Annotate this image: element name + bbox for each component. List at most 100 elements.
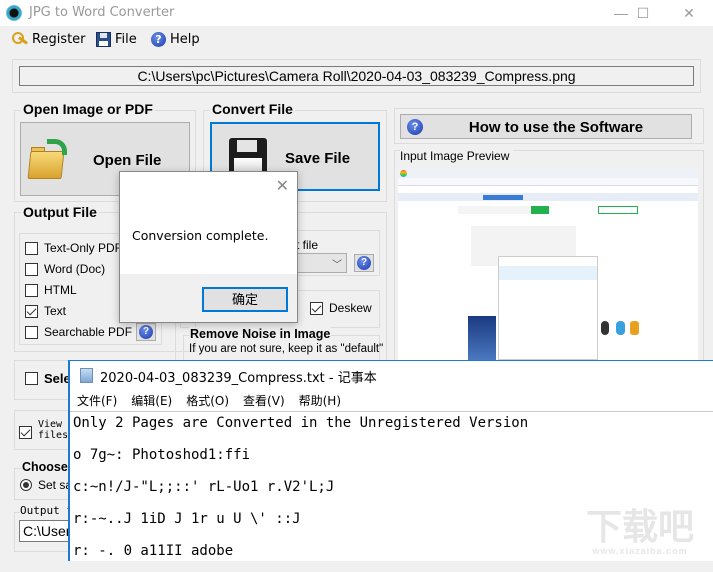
output-word-doc-checkbox[interactable]: Word (Doc): [25, 262, 105, 276]
open-file-label: Open File: [93, 152, 162, 169]
set-same-label: Set sa: [38, 478, 73, 492]
language-label-partial: t file: [296, 238, 319, 252]
menu-help-label: Help: [170, 31, 200, 47]
noise-hint: If you are not sure, keep it as "default…: [189, 343, 384, 355]
how-to-use-label: How to use the Software: [468, 119, 644, 136]
checkbox-label: HTML: [44, 283, 77, 297]
file-path-field[interactable]: C:\Users\pc\Pictures\Camera Roll\2020-04…: [19, 66, 694, 86]
watermark-logo: 下载吧 www.xiazaiba.com: [575, 498, 705, 558]
key-icon: [12, 32, 28, 46]
preview-address-bar: [398, 178, 698, 186]
notepad-menu-format[interactable]: 格式(O): [186, 392, 229, 409]
dialog-message: Conversion complete.: [132, 228, 269, 243]
output-text-only-pdf-checkbox[interactable]: Text-Only PDF: [25, 241, 122, 255]
watermark-url: www.xiazaiba.com: [592, 546, 688, 556]
checkbox-box[interactable]: [25, 372, 38, 385]
view-files-line2: files: [38, 430, 69, 441]
select-checkbox[interactable]: Sele: [25, 371, 71, 386]
menu-help[interactable]: ? Help: [151, 30, 200, 48]
notepad-menu-file[interactable]: 文件(F): [77, 392, 117, 409]
noise-title: Remove Noise in Image: [189, 327, 332, 341]
choose-title: Choose: [22, 460, 68, 474]
notepad-menu-bar: 文件(F) 编辑(E) 格式(O) 查看(V) 帮助(H): [70, 389, 713, 411]
preview-active-tab: [483, 195, 523, 200]
help-icon: ?: [357, 256, 371, 270]
checkbox-box-checked[interactable]: [19, 426, 32, 439]
output-folder-field[interactable]: C:\User: [19, 520, 74, 542]
output-searchable-pdf-checkbox[interactable]: Searchable PDF: [25, 325, 132, 339]
app-window: JPG to Word Converter — ☐ ✕ Register Fil…: [0, 0, 713, 561]
checkbox-label: Word (Doc): [44, 262, 106, 276]
notepad-menu-edit[interactable]: 编辑(E): [131, 392, 172, 409]
convert-group-title: Convert File: [210, 101, 295, 117]
view-files-line1: View: [38, 419, 63, 430]
window-title: JPG to Word Converter: [29, 5, 175, 20]
preview-label: Input Image Preview: [400, 149, 514, 163]
notepad-title: 2020-04-03_083239_Compress.txt - 记事本: [100, 371, 377, 386]
help-icon: ?: [139, 325, 153, 339]
dialog-ok-button[interactable]: 确定: [202, 287, 288, 312]
preview-browser-logo-icon: [400, 170, 407, 177]
preview-green-button: [531, 206, 549, 214]
maximize-button[interactable]: ☐: [620, 0, 666, 26]
dialog-body: ✕ Conversion complete.: [120, 172, 297, 274]
chevron-down-icon: ﹀: [332, 260, 342, 271]
notepad-menu-help[interactable]: 帮助(H): [299, 392, 341, 409]
input-image-preview: [398, 168, 698, 360]
notepad-menu-view[interactable]: 查看(V): [243, 392, 285, 409]
floppy-disk-icon: [96, 31, 111, 47]
notepad-title-bar: 2020-04-03_083239_Compress.txt - 记事本: [70, 361, 713, 389]
preview-search-box: [598, 206, 638, 214]
preview-bookmarks-bar: [398, 193, 698, 201]
checkbox-label: Text: [44, 304, 67, 318]
conversion-dialog: ✕ Conversion complete. 确定: [119, 171, 298, 323]
watermark-text: 下载吧: [585, 506, 694, 547]
output-group-title: Output File: [21, 204, 99, 220]
menu-bar: Register File ? Help: [0, 26, 713, 52]
menu-file[interactable]: File: [96, 30, 137, 48]
set-same-radio[interactable]: [20, 479, 32, 491]
deskew-label: Deskew: [329, 301, 372, 315]
select-label: Sele: [44, 371, 71, 386]
radio-dot: [23, 482, 29, 488]
view-files-label: View files: [38, 419, 68, 441]
checkbox-box[interactable]: [25, 283, 38, 297]
checkbox-box-checked[interactable]: [310, 301, 323, 315]
output-html-checkbox[interactable]: HTML: [25, 283, 77, 297]
app-logo-icon: [6, 5, 22, 21]
preview-app-icon: [616, 321, 625, 335]
dialog-close-icon[interactable]: ✕: [276, 176, 289, 196]
checkbox-box[interactable]: [25, 241, 38, 255]
preview-download-item: [499, 266, 597, 280]
menu-file-label: File: [115, 31, 137, 47]
output-text-checkbox[interactable]: Text: [25, 304, 66, 318]
preview-browser-titlebar: [398, 168, 698, 178]
checkbox-label: Searchable PDF: [44, 325, 133, 339]
searchable-pdf-help-button[interactable]: ?: [136, 323, 156, 341]
how-to-use-button[interactable]: ? How to use the Software: [400, 114, 692, 139]
notepad-icon: [80, 368, 93, 383]
preview-nav: [458, 206, 533, 214]
text-line: o 7g~: Photoshod1:ffi: [73, 447, 251, 463]
title-bar: JPG to Word Converter — ☐ ✕: [0, 0, 713, 26]
menu-register[interactable]: Register: [12, 30, 86, 48]
open-group-title: Open Image or PDF: [21, 101, 155, 117]
view-files-checkbox[interactable]: [19, 426, 32, 439]
preview-app-icon: [630, 321, 639, 335]
checkbox-box[interactable]: [25, 262, 38, 276]
checkbox-box-checked[interactable]: [25, 304, 38, 318]
checkbox-label: Text-Only PDF: [44, 241, 123, 255]
output-folder-label: Output f: [20, 504, 73, 517]
open-folder-icon: [27, 139, 69, 181]
preview-qq-icon: [601, 321, 609, 335]
language-dropdown[interactable]: ﹀: [290, 253, 347, 273]
text-line: Only 2 Pages are Converted in the Unregi…: [73, 415, 529, 431]
preview-thumbnail: [468, 316, 496, 360]
language-help-button[interactable]: ?: [354, 254, 374, 272]
help-icon: ?: [151, 31, 166, 47]
save-file-label: Save File: [285, 150, 351, 167]
deskew-checkbox[interactable]: Deskew: [310, 301, 372, 315]
close-button[interactable]: ✕: [666, 0, 712, 26]
checkbox-box[interactable]: [25, 325, 38, 339]
menu-register-label: Register: [32, 31, 86, 47]
